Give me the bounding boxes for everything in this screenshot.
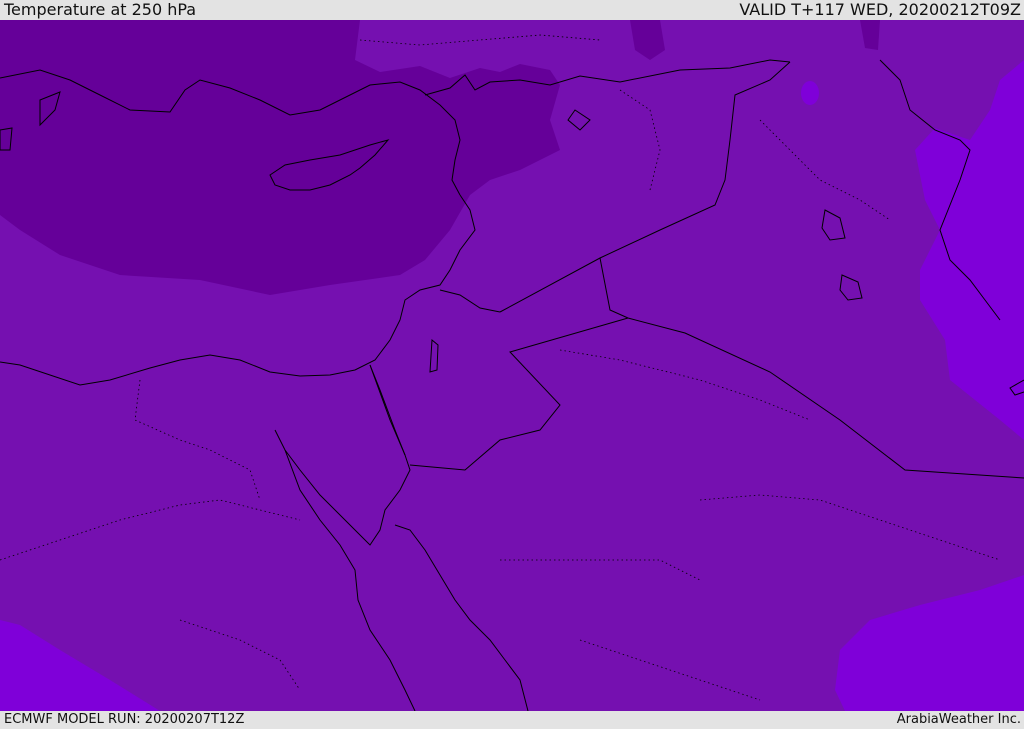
credit-label: ArabiaWeather Inc.: [896, 712, 1021, 727]
map-title: Temperature at 250 hPa: [4, 0, 197, 19]
warm-spot: [801, 81, 819, 105]
model-run-label: ECMWF MODEL RUN: 20200207T12Z: [4, 712, 245, 727]
footer-bar: ECMWF MODEL RUN: 20200207T12Z ArabiaWeat…: [0, 711, 1024, 729]
temperature-map[interactable]: [0, 20, 1024, 711]
header-bar: Temperature at 250 hPa VALID T+117 WED, …: [0, 0, 1024, 20]
valid-time-label: VALID T+117 WED, 20200212T09Z: [739, 0, 1021, 19]
